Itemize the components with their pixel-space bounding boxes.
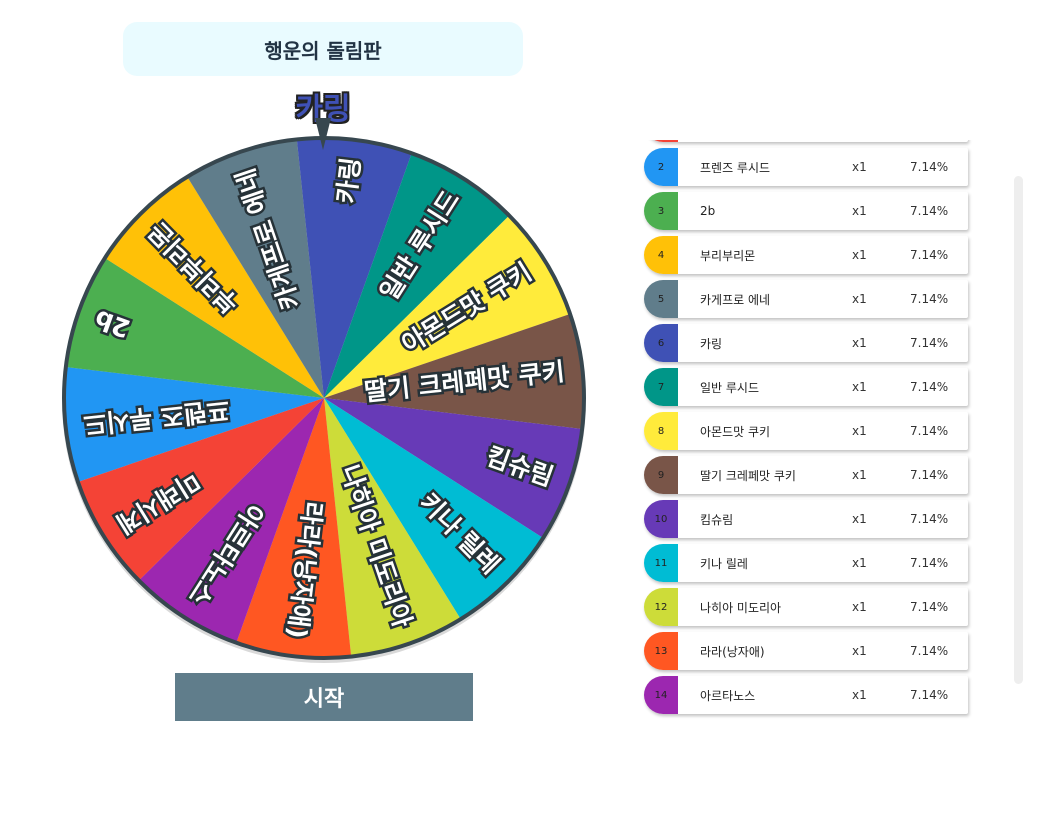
list-item[interactable]: 6 카링 x1 7.14% xyxy=(644,324,968,362)
list-item-number: 9 xyxy=(644,456,678,494)
list-item-name: 킴슈림 xyxy=(700,512,734,527)
list-item[interactable]: 9 딸기 크레페맛 쿠키 x1 7.14% xyxy=(644,456,968,494)
list-item-count: x1 xyxy=(852,336,867,350)
list-item-percent: 7.14% xyxy=(910,468,949,482)
list-item-number: 13 xyxy=(644,632,678,670)
list-item-name: 프렌즈 루시드 xyxy=(700,160,771,175)
list-item-count: x1 xyxy=(852,644,867,658)
list-item-count: x1 xyxy=(852,468,867,482)
list-item[interactable]: 5 카게프로 에네 x1 7.14% xyxy=(644,280,968,318)
list-item-count: x1 xyxy=(852,204,867,218)
list-item-percent: 7.14% xyxy=(910,556,949,570)
list-item-count: x1 xyxy=(852,248,867,262)
list-item-count: x1 xyxy=(852,688,867,702)
list-item[interactable]: 4 부리부리몬 x1 7.14% xyxy=(644,236,968,274)
list-item[interactable]: 7 일반 루시드 x1 7.14% xyxy=(644,368,968,406)
list-item-name: 키나 릴레 xyxy=(700,556,748,571)
list-item-percent: 7.14% xyxy=(910,204,949,218)
list-item-number: 8 xyxy=(644,412,678,450)
list-item-percent: 7.14% xyxy=(910,292,949,306)
list-item-count: x1 xyxy=(852,600,867,614)
list-item[interactable]: 14 아르타노스 x1 7.14% xyxy=(644,676,968,714)
list-item-count: x1 xyxy=(852,512,867,526)
start-button[interactable]: 시작 xyxy=(175,673,473,721)
list-item-name: 딸기 크레페맛 쿠키 xyxy=(700,468,796,483)
list-item-percent: 7.14% xyxy=(910,424,949,438)
list-item[interactable]: 12 나히아 미도리아 x1 7.14% xyxy=(644,588,968,626)
list-item-percent: 7.14% xyxy=(910,644,949,658)
list-item-name: 아몬드맛 쿠키 xyxy=(700,424,771,439)
list-item-count: x1 xyxy=(852,292,867,306)
list-item-name: 아르타노스 xyxy=(700,688,756,703)
list-item[interactable]: 2 프렌즈 루시드 x1 7.14% xyxy=(644,148,968,186)
list-item-number: 12 xyxy=(644,588,678,626)
list-item-percent: 7.14% xyxy=(910,600,949,614)
list-scrollbar[interactable] xyxy=(1014,176,1023,684)
pointer-arrow-icon xyxy=(315,118,331,150)
list-item[interactable]: 13 라라(낭자애) x1 7.14% xyxy=(644,632,968,670)
list-item-count: x1 xyxy=(852,380,867,394)
list-item-number: 5 xyxy=(644,280,678,318)
list-item-number: 2 xyxy=(644,148,678,186)
list-item-number: 4 xyxy=(644,236,678,274)
list-item-name: 카게프로 에네 xyxy=(700,292,771,307)
item-list-inner: 12프렌즈 루시드x17.14%32bx17.14%4부리부리몬x17.14%5… xyxy=(640,140,990,720)
list-item-percent: 7.14% xyxy=(910,160,949,174)
list-item-percent: 7.14% xyxy=(910,380,949,394)
list-item[interactable]: 10 킴슈림 x1 7.14% xyxy=(644,500,968,538)
list-item-percent: 7.14% xyxy=(910,512,949,526)
list-item-number: 7 xyxy=(644,368,678,406)
list-item[interactable]: 3 2b x1 7.14% xyxy=(644,192,968,230)
list-item-name: 나히아 미도리아 xyxy=(700,600,782,615)
wheel-segment-label: 카링 xyxy=(332,156,366,205)
list-item-name: 2b xyxy=(700,204,716,218)
list-item-percent: 7.14% xyxy=(910,688,949,702)
list-item-percent: 7.14% xyxy=(910,336,949,350)
list-item-number: 3 xyxy=(644,192,678,230)
list-item-name: 부리부리몬 xyxy=(700,248,756,263)
list-item[interactable]: 11 키나 릴레 x1 7.14% xyxy=(644,544,968,582)
list-item[interactable]: 1 xyxy=(644,140,968,142)
list-item-number: 10 xyxy=(644,500,678,538)
list-item-number: 1 xyxy=(644,140,678,142)
list-item-count: x1 xyxy=(852,556,867,570)
list-item-number: 6 xyxy=(644,324,678,362)
list-item-count: x1 xyxy=(852,160,867,174)
list-item-number: 14 xyxy=(644,676,678,714)
list-item-name: 카링 xyxy=(700,336,723,351)
list-item-name: 라라(낭자애) xyxy=(700,644,765,659)
item-list[interactable]: 12프렌즈 루시드x17.14%32bx17.14%4부리부리몬x17.14%5… xyxy=(640,140,990,730)
list-item-name: 일반 루시드 xyxy=(700,380,760,395)
list-item-number: 11 xyxy=(644,544,678,582)
list-item-count: x1 xyxy=(852,424,867,438)
list-item-percent: 7.14% xyxy=(910,248,949,262)
list-item[interactable]: 8 아몬드맛 쿠키 x1 7.14% xyxy=(644,412,968,450)
